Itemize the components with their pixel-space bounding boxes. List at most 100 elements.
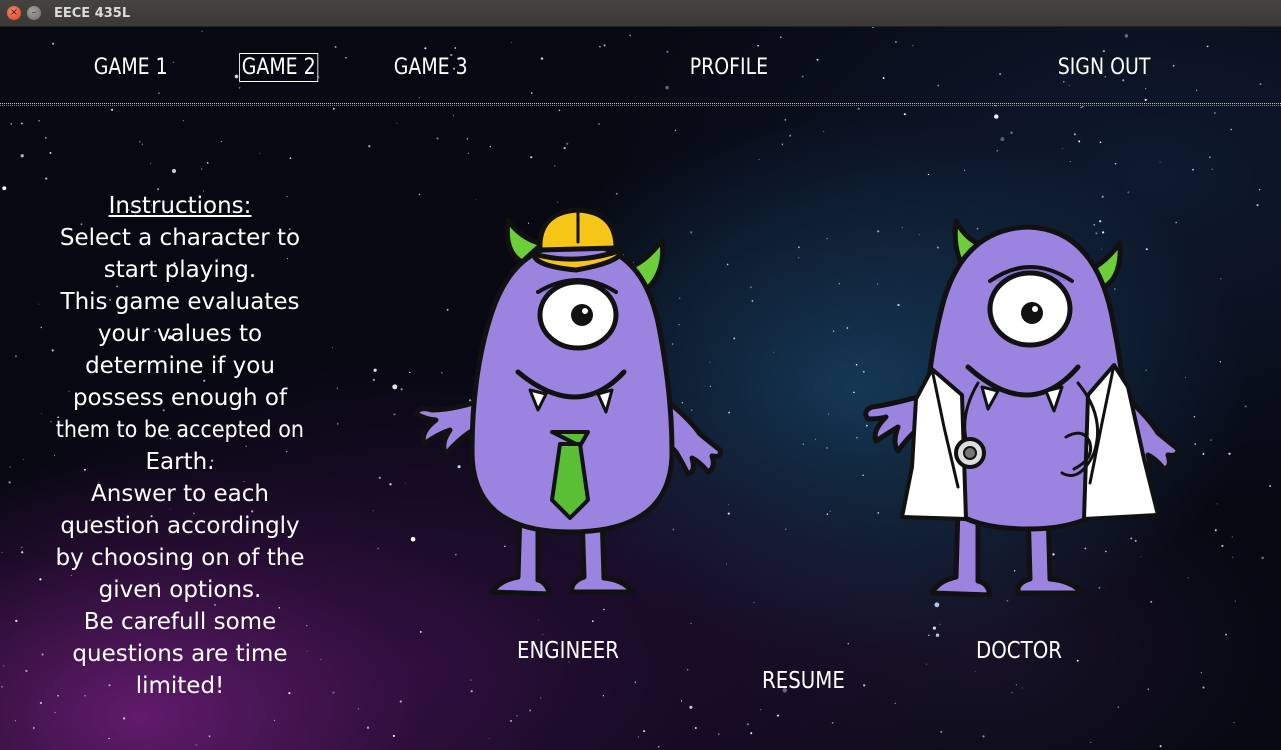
instruction-line: Answer to each <box>91 481 269 507</box>
star <box>903 113 906 116</box>
nav-game-1[interactable]: GAME 1 <box>92 54 169 81</box>
close-window-button[interactable]: × <box>7 6 21 20</box>
instruction-line: given options. <box>98 577 262 603</box>
star <box>392 734 395 738</box>
star <box>847 642 850 645</box>
star <box>591 620 594 623</box>
star <box>758 159 760 161</box>
star <box>377 547 379 550</box>
star <box>1232 556 1234 558</box>
star <box>833 330 835 332</box>
star <box>643 730 646 733</box>
engineer-label[interactable]: ENGINEER <box>517 638 619 664</box>
star <box>1 551 3 554</box>
star <box>781 143 784 146</box>
star <box>994 114 999 119</box>
nav-sign-out[interactable]: SIGN OUT <box>1056 54 1152 81</box>
game-screen: GAME 1 GAME 2 GAME 3 PROFILE SIGN OUT In… <box>0 27 1281 750</box>
window-titlebar: × – EECE 435L <box>0 0 1281 27</box>
star <box>1090 741 1092 743</box>
star <box>964 169 966 171</box>
star <box>603 608 605 611</box>
star <box>1159 745 1162 748</box>
star <box>1225 633 1228 636</box>
star <box>1192 168 1194 171</box>
star <box>436 137 439 140</box>
star <box>150 162 152 164</box>
star <box>21 551 24 554</box>
star <box>452 115 454 117</box>
star <box>857 107 860 110</box>
star <box>826 513 829 515</box>
instruction-line: This game evaluates <box>60 289 300 315</box>
star <box>332 691 335 694</box>
star <box>372 378 376 382</box>
instruction-line: determine if you <box>85 353 275 379</box>
star <box>529 709 532 712</box>
star <box>182 120 184 122</box>
nav-game-3[interactable]: GAME 3 <box>392 54 469 81</box>
star <box>419 630 422 633</box>
star <box>826 447 828 449</box>
resume-button[interactable]: RESUME <box>762 668 845 694</box>
star <box>689 705 693 709</box>
star <box>1269 485 1272 487</box>
star <box>789 134 792 137</box>
star <box>674 129 677 131</box>
star <box>542 633 544 635</box>
star <box>1073 133 1076 136</box>
star <box>195 744 198 746</box>
star <box>928 634 930 637</box>
star <box>138 140 141 143</box>
star <box>1015 684 1018 686</box>
star <box>974 671 976 672</box>
doctor-label[interactable]: DOCTOR <box>976 638 1062 664</box>
doctor-character-button[interactable] <box>858 187 1188 607</box>
star <box>1117 706 1120 708</box>
star <box>201 168 203 170</box>
star <box>1261 556 1265 560</box>
instruction-line: start playing. <box>103 257 257 283</box>
star <box>393 413 396 416</box>
star <box>1194 443 1197 445</box>
star <box>171 168 177 174</box>
star <box>14 720 16 722</box>
star <box>828 413 830 415</box>
star <box>1200 672 1202 674</box>
star <box>405 482 406 484</box>
window-title: EECE 435L <box>54 5 131 21</box>
instruction-line: by choosing on of the <box>55 545 305 571</box>
nav-profile[interactable]: PROFILE <box>688 54 770 81</box>
star <box>49 151 52 154</box>
star <box>510 719 513 722</box>
star <box>815 438 817 440</box>
instruction-line: limited! <box>135 673 225 699</box>
star <box>1214 529 1217 532</box>
star <box>926 663 927 665</box>
star <box>8 481 11 484</box>
star <box>894 702 896 705</box>
star <box>20 122 23 125</box>
star <box>802 443 804 445</box>
star <box>466 138 469 140</box>
minimize-window-button[interactable]: – <box>27 6 41 20</box>
instruction-line: questions are time <box>72 641 288 667</box>
star <box>826 237 828 240</box>
star <box>863 684 866 687</box>
star <box>932 626 936 630</box>
star <box>122 717 126 720</box>
star <box>602 695 605 697</box>
star <box>777 714 779 717</box>
instructions-title: Instructions: <box>108 193 252 219</box>
engineer-character-button[interactable] <box>410 182 730 602</box>
star <box>598 122 601 126</box>
star <box>392 384 398 390</box>
star <box>831 722 834 724</box>
star <box>1256 204 1259 207</box>
star <box>336 387 339 389</box>
star <box>389 483 392 486</box>
star <box>773 351 775 353</box>
nav-game-2[interactable]: GAME 2 <box>239 53 319 82</box>
star <box>9 466 11 468</box>
star <box>0 685 4 688</box>
